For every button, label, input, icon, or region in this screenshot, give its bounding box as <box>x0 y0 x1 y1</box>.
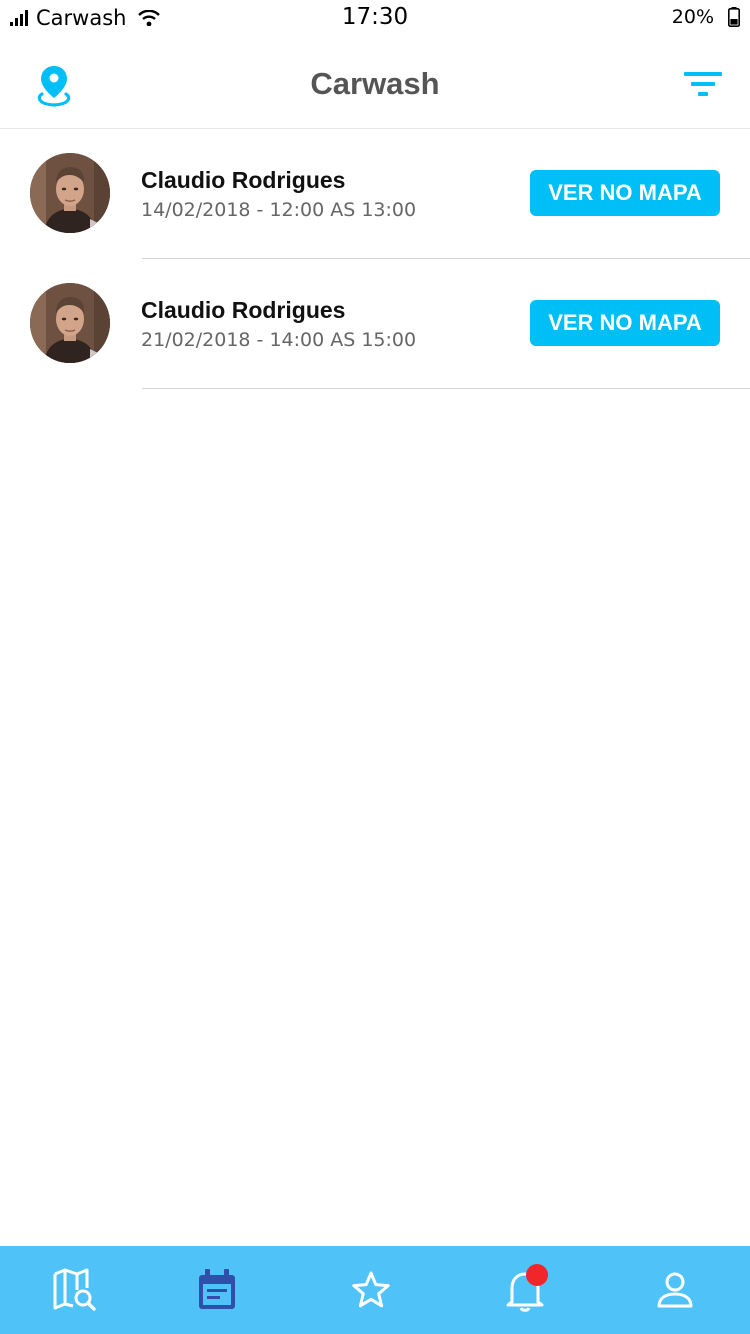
avatar <box>30 283 110 363</box>
divider <box>142 388 750 389</box>
profile-icon <box>657 1272 693 1308</box>
tab-notifications[interactable] <box>450 1246 600 1334</box>
avatar <box>30 153 110 233</box>
filter-button[interactable] <box>684 70 722 105</box>
filter-icon <box>684 72 722 96</box>
avatar-photo <box>30 283 110 363</box>
appointment-datetime: 14/02/2018 - 12:00 AS 13:00 <box>141 199 417 221</box>
navigation-bar: Carwash <box>0 40 750 129</box>
list-item: Claudio Rodrigues 21/02/2018 - 14:00 AS … <box>0 259 750 389</box>
appointment-datetime: 21/02/2018 - 14:00 AS 15:00 <box>141 329 417 351</box>
avatar-photo <box>30 153 110 233</box>
map-search-icon <box>53 1268 96 1311</box>
battery-group: 20% <box>672 6 740 28</box>
status-bar: Carwash 17:30 20% <box>0 0 750 40</box>
notification-badge <box>526 1264 548 1286</box>
calendar-icon <box>199 1269 235 1309</box>
tab-map-search[interactable] <box>0 1246 150 1334</box>
appointment-list: Claudio Rodrigues 14/02/2018 - 12:00 AS … <box>0 129 750 389</box>
list-item: Claudio Rodrigues 14/02/2018 - 12:00 AS … <box>0 129 750 259</box>
battery-icon <box>728 7 740 27</box>
tab-calendar[interactable] <box>142 1246 292 1334</box>
customer-name: Claudio Rodrigues <box>141 167 346 193</box>
customer-name: Claudio Rodrigues <box>141 297 346 323</box>
battery-percent: 20% <box>671 6 714 28</box>
tab-bar <box>0 1246 750 1334</box>
star-icon <box>352 1271 390 1308</box>
view-on-map-button[interactable]: VER NO MAPA <box>530 170 720 216</box>
tab-favorites[interactable] <box>296 1246 446 1334</box>
page-title: Carwash <box>310 66 440 101</box>
status-time: 17:30 <box>341 4 409 30</box>
view-on-map-button[interactable]: VER NO MAPA <box>530 300 720 346</box>
tab-profile[interactable] <box>600 1246 750 1334</box>
